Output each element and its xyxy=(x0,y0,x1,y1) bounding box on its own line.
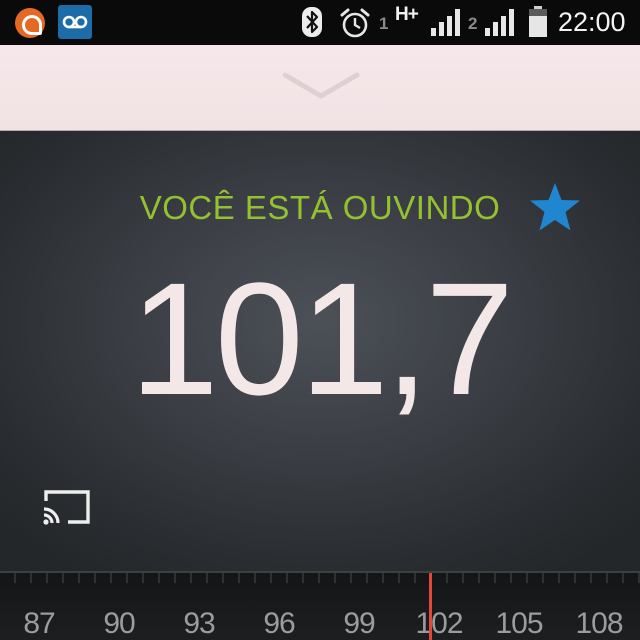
tuner-needle[interactable] xyxy=(429,573,432,640)
tuner-dial[interactable]: 87 90 93 96 99 102 105 108 xyxy=(0,571,640,640)
fm-radio-screen: 1 H+ 2 22:00 VOCÊ ESTÁ OUVINDO 101,7 87 … xyxy=(0,0,640,640)
bluetooth-icon xyxy=(302,7,322,37)
sim2-indicator: 2 xyxy=(468,14,478,33)
signal-icon xyxy=(485,9,514,36)
star-icon[interactable] xyxy=(528,181,582,233)
signal-icon xyxy=(431,9,460,36)
dial-ticks xyxy=(14,573,640,583)
status-clock: 22:00 xyxy=(558,7,626,37)
sim1-indicator: 1 xyxy=(379,14,389,33)
voicemail-icon[interactable] xyxy=(58,5,92,39)
player-panel: VOCÊ ESTÁ OUVINDO 101,7 xyxy=(0,131,640,571)
battery-icon xyxy=(529,6,547,37)
status-bar: 1 H+ 2 22:00 xyxy=(0,0,640,45)
dial-label: 99 xyxy=(343,607,375,640)
network-type-label: H+ xyxy=(395,4,419,25)
dial-label: 90 xyxy=(103,607,135,640)
cast-icon[interactable] xyxy=(42,489,92,527)
dial-label: 87 xyxy=(23,607,55,640)
dial-label: 108 xyxy=(575,607,623,640)
dial-label: 105 xyxy=(495,607,543,640)
collapse-bar[interactable] xyxy=(0,45,640,131)
current-frequency: 101,7 xyxy=(129,249,514,428)
alarm-icon xyxy=(340,8,370,38)
app-notification-icon[interactable] xyxy=(15,8,45,38)
dial-label: 102 xyxy=(415,607,463,640)
dial-label: 93 xyxy=(183,607,215,640)
chevron-down-icon[interactable] xyxy=(282,70,360,102)
dial-label: 96 xyxy=(263,607,295,640)
